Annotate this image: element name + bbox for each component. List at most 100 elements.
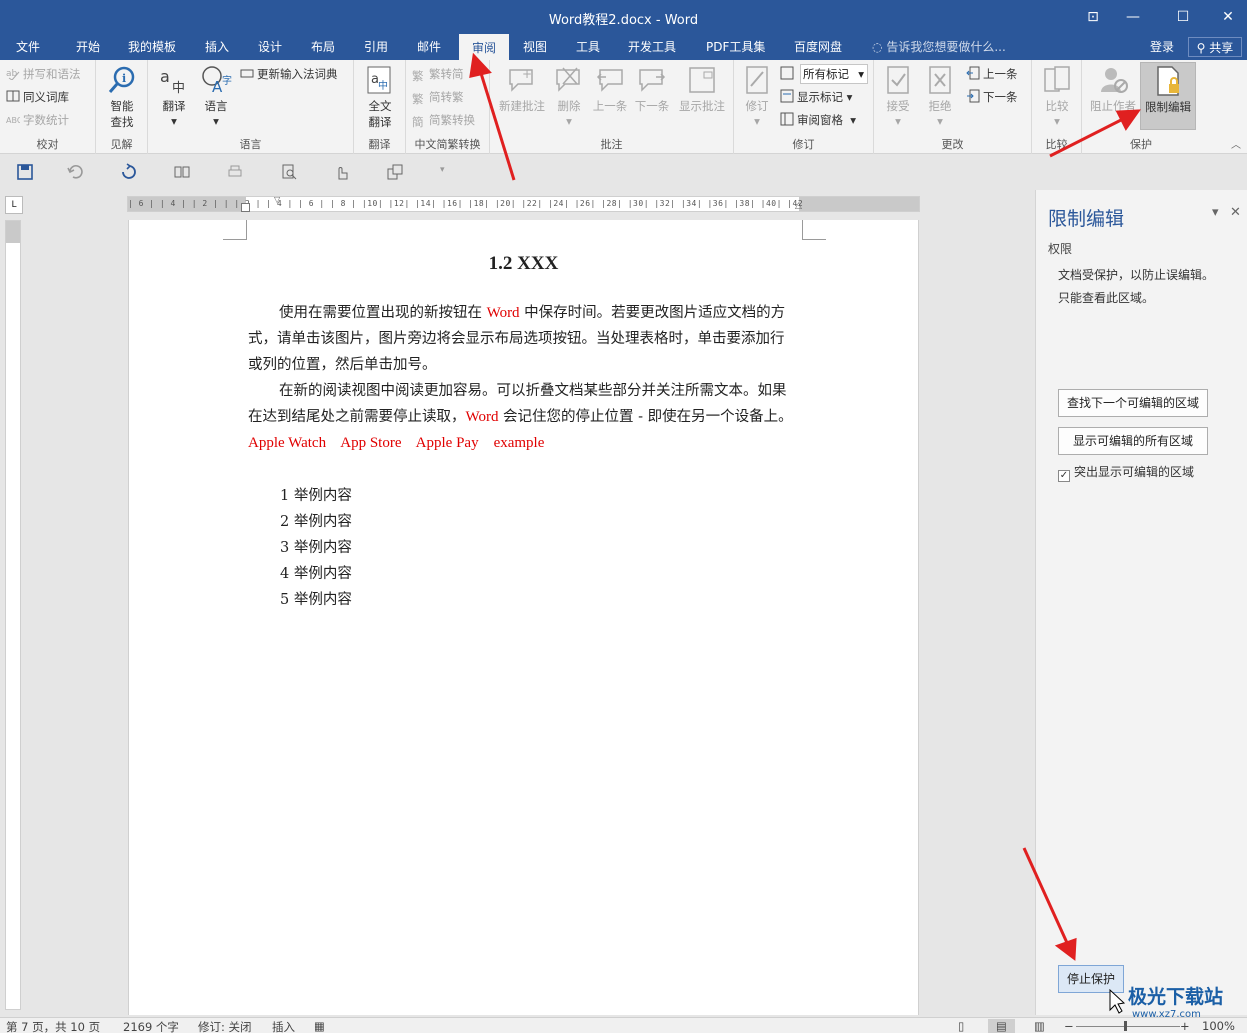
reject-icon	[929, 66, 951, 94]
document-translate-icon: a中	[367, 66, 391, 94]
spell-check-button[interactable]: ab 拼写和语法	[6, 64, 81, 84]
maximize-button[interactable]: ☐	[1160, 4, 1206, 30]
title-bar: Word教程2.docx - Word ⊡ — ☐ ✕	[0, 0, 1247, 34]
horizontal-ruler[interactable]: | 6 | | 4 | | 2 | | | 2 | | 4 | | 6 | | …	[127, 195, 920, 212]
touch-mode-icon[interactable]	[333, 163, 351, 181]
smart-lookup-button[interactable]: i 智能 查找	[104, 64, 140, 130]
stop-protection-button[interactable]: 停止保护	[1058, 965, 1124, 993]
translate-button[interactable]: a中 翻译 ▾	[154, 64, 194, 128]
delete-comment-button[interactable]: 删除 ▾	[552, 64, 586, 128]
pane-options-icon[interactable]: ▾	[1212, 205, 1219, 220]
show-markup-button[interactable]: 显示标记 ▾	[780, 87, 852, 107]
print-preview-icon[interactable]	[280, 163, 298, 181]
zoom-slider[interactable]	[1076, 1026, 1180, 1027]
tab-developer[interactable]: 开发工具	[620, 34, 684, 60]
share-button[interactable]: ⚲ 共享	[1188, 37, 1242, 57]
zoom-level[interactable]: 100%	[1202, 1019, 1235, 1033]
minimize-button[interactable]: —	[1110, 4, 1156, 30]
insert-mode[interactable]: 插入	[272, 1019, 295, 1033]
tab-mailings[interactable]: 邮件	[409, 34, 449, 60]
print-icon[interactable]	[226, 163, 244, 181]
highlight-editable-checkbox[interactable]: ✓ 突出显示可编辑的区域	[1058, 463, 1194, 482]
save-icon[interactable]	[16, 163, 34, 181]
tab-pdf-tools[interactable]: PDF工具集	[698, 34, 773, 60]
word-count[interactable]: 2169 个字	[123, 1019, 179, 1033]
group-language: a中 翻译 ▾ A字 语言 ▾ 更新输入法词典 语言	[148, 60, 354, 154]
thesaurus-button[interactable]: 同义词库	[6, 87, 69, 107]
track-status[interactable]: 修订: 关闭	[198, 1019, 252, 1033]
tab-tools[interactable]: 工具	[568, 34, 608, 60]
next-change-button[interactable]: 下一条	[966, 87, 1018, 107]
update-ime-dictionary-button[interactable]: 更新输入法词典	[240, 64, 338, 84]
word-count-icon: ABC	[6, 116, 20, 125]
group-label: 修订	[792, 138, 815, 151]
left-indent-marker[interactable]	[241, 203, 250, 212]
tab-selector[interactable]: L	[5, 196, 23, 214]
next-comment-button[interactable]: 下一条	[632, 64, 672, 114]
new-comment-button[interactable]: + 新建批注	[494, 64, 550, 114]
redo-icon[interactable]	[120, 163, 138, 181]
group-changes: 接受 ▾ 拒绝 ▾ 上一条 下一条 更改	[874, 60, 1032, 154]
document-page[interactable]: 1.2 XXX 使用在需要位置出现的新按钮在 Word 中保存时间。若要更改图片…	[128, 220, 919, 1015]
find-next-editable-button[interactable]: 查找下一个可编辑的区域	[1058, 389, 1208, 417]
show-comments-button[interactable]: 显示批注	[674, 64, 730, 114]
login-link[interactable]: 登录	[1150, 34, 1174, 60]
tab-baidu-netdisk[interactable]: 百度网盘	[786, 34, 850, 60]
traditional-to-simplified-button[interactable]: 繁繁转简	[412, 64, 464, 84]
tab-insert[interactable]: 插入	[197, 34, 237, 60]
qat-more-icon[interactable]: ▾	[440, 165, 445, 175]
previous-change-icon	[966, 66, 980, 80]
tab-home[interactable]: 开始	[68, 34, 108, 60]
zoom-in-icon[interactable]: +	[1180, 1019, 1190, 1033]
undo-icon[interactable]	[66, 163, 84, 181]
person-icon: ⚲	[1196, 41, 1206, 55]
first-line-indent-marker[interactable]: ▽	[274, 195, 280, 204]
read-mode-icon[interactable]	[173, 163, 191, 181]
crop-mark-left	[223, 220, 247, 240]
tab-review[interactable]: 审阅	[459, 34, 509, 60]
reviewing-pane-button[interactable]: 审阅窗格 ▾	[780, 110, 856, 130]
group-label: 中文简繁转换	[414, 138, 481, 151]
print-layout-view-icon[interactable]: ▤	[988, 1019, 1015, 1033]
globe-language-icon: A字	[202, 66, 232, 96]
macro-record-icon[interactable]: ▦	[314, 1019, 325, 1033]
word-count-button[interactable]: ABC 字数统计	[6, 110, 69, 130]
previous-comment-button[interactable]: 上一条	[590, 64, 630, 114]
tab-view[interactable]: 视图	[515, 34, 555, 60]
restrict-editing-button[interactable]: 限制编辑	[1140, 62, 1196, 130]
list-item: 2 举例内容	[280, 514, 352, 530]
pane-close-icon[interactable]: ✕	[1230, 205, 1241, 220]
tab-design[interactable]: 设计	[250, 34, 290, 60]
right-indent-marker[interactable]: △	[795, 201, 802, 211]
tab-references[interactable]: 引用	[356, 34, 396, 60]
page-count[interactable]: 第 7 页，共 10 页	[6, 1019, 100, 1033]
full-text-translate-button[interactable]: a中 全文 翻译	[360, 64, 400, 130]
customize-toolbar-icon[interactable]	[386, 163, 404, 181]
collapse-ribbon-icon[interactable]: ︿	[1231, 136, 1241, 151]
markup-dropdown[interactable]: 所有标记 ▾	[800, 64, 868, 84]
tab-layout[interactable]: 布局	[303, 34, 343, 60]
chinese-convert-button[interactable]: 簡简繁转换	[412, 110, 475, 130]
zoom-out-icon[interactable]: −	[1064, 1019, 1074, 1033]
tab-file[interactable]: 文件	[8, 34, 48, 60]
read-mode-view-icon[interactable]: ▯	[958, 1019, 964, 1033]
close-button[interactable]: ✕	[1205, 4, 1247, 30]
block-authors-button[interactable]: 阻止作者	[1086, 64, 1140, 114]
tell-me-search[interactable]: ◌ 告诉我您想要做什么...	[872, 34, 1006, 60]
show-all-editable-button[interactable]: 显示可编辑的所有区域	[1058, 427, 1208, 455]
accept-button[interactable]: 接受 ▾	[880, 64, 916, 128]
group-translation: a中 全文 翻译 翻译	[354, 60, 406, 154]
simplified-to-traditional-button[interactable]: 繁简转繁	[412, 87, 464, 107]
previous-change-button[interactable]: 上一条	[966, 64, 1018, 84]
track-changes-button[interactable]: 修订 ▾	[740, 64, 774, 128]
group-label: 见解	[110, 138, 133, 151]
svg-text:+: +	[522, 67, 532, 81]
zoom-slider-thumb[interactable]	[1124, 1021, 1127, 1031]
compare-button[interactable]: 比较 ▾	[1038, 64, 1076, 128]
ruler-top-margin	[6, 221, 20, 243]
tab-templates[interactable]: 我的模板	[120, 34, 184, 60]
vertical-ruler[interactable]	[5, 220, 21, 1010]
web-layout-view-icon[interactable]: ▥	[1034, 1019, 1045, 1033]
reject-button[interactable]: 拒绝 ▾	[922, 64, 958, 128]
language-button[interactable]: A字 语言 ▾	[196, 64, 236, 128]
